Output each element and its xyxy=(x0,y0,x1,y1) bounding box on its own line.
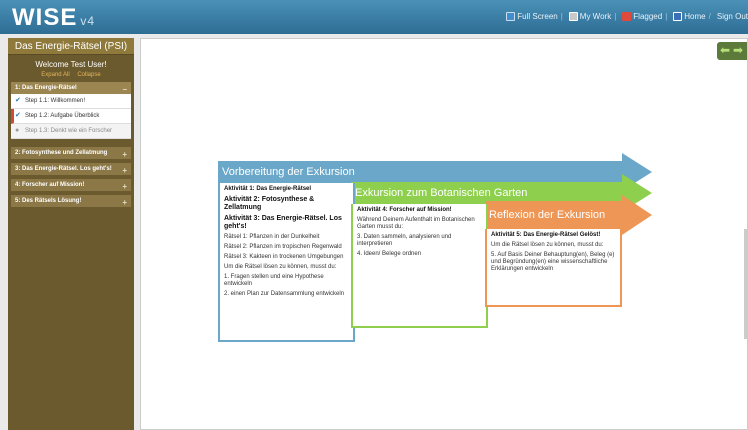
activity-label: 3: Das Energie-Rätsel. Los geht's! xyxy=(15,166,112,172)
flag-icon xyxy=(622,12,632,22)
step-1-1[interactable]: ✔ Step 1.1: Willkommen! xyxy=(11,94,131,109)
banner-preparation: Vorbereitung der Exkursion xyxy=(218,153,652,191)
fullscreen-label: Full Screen xyxy=(517,12,558,21)
collapse-toggle-icon[interactable]: − xyxy=(122,85,127,94)
separator: | xyxy=(665,12,668,21)
home-link[interactable]: Home xyxy=(673,12,706,22)
mywork-label: My Work xyxy=(579,12,612,21)
collapse-link[interactable]: Collapse xyxy=(77,72,100,78)
flagged-label: Flagged xyxy=(633,12,663,21)
box-line: Um die Rätsel lösen zu können, musst du: xyxy=(224,264,337,270)
separator: / xyxy=(708,12,711,21)
top-links: Full Screen | My Work | Flagged | Home / Sign Ou… xyxy=(503,12,748,22)
box-line: 3. Daten sammeln, analysieren und interp… xyxy=(357,234,452,247)
expand-toggle-icon[interactable]: + xyxy=(122,182,127,191)
step-1-3[interactable]: ● Step 1.3: Denkt wie ein Forscher xyxy=(11,124,131,139)
logo-text: WISE xyxy=(12,4,78,31)
activities-box-preparation: Aktivität 1: Das Energie-Rätsel Aktivitä… xyxy=(218,183,355,342)
separator: | xyxy=(560,12,563,21)
navigation-sidebar: Das Energie-Rätsel (PSI) Welcome Test Us… xyxy=(8,38,134,430)
mywork-icon xyxy=(568,12,578,22)
fullscreen-link[interactable]: Full Screen xyxy=(506,12,558,22)
home-icon xyxy=(673,12,683,22)
welcome-message: Welcome Test User! xyxy=(35,60,107,69)
box-line: 4. Ideen/ Belege ordnen xyxy=(357,251,422,257)
box-line: 5. Auf Basis Deiner Behauptung(en), Bele… xyxy=(491,252,615,272)
signout-link[interactable]: Sign Out xyxy=(717,12,748,21)
box-line: Während Deinem Aufenthalt im Botanischen… xyxy=(357,217,475,230)
activities-box-excursion: Aktivität 4: Forscher auf Mission! Währe… xyxy=(351,204,488,328)
step-label: Step 1.1: Willkommen! xyxy=(25,98,86,104)
separator: | xyxy=(614,12,617,21)
step-label: Step 1.3: Denkt wie ein Forscher xyxy=(25,128,113,134)
expand-toggle-icon[interactable]: + xyxy=(122,150,127,159)
step-1-2[interactable]: ✔ Step 1.2: Aufgabe Überblick xyxy=(11,109,131,124)
home-label: Home xyxy=(684,12,706,21)
banner-title: Exkursion zum Botanischen Garten xyxy=(355,187,528,199)
mywork-link[interactable]: My Work xyxy=(568,12,612,22)
activity-label: 2: Fotosynthese und Zellatmung xyxy=(15,150,108,156)
fullscreen-icon xyxy=(506,12,516,22)
wise-logo: WISE v4 xyxy=(12,4,95,32)
box-line: Rätsel 2: Pflanzen im tropischen Regenwa… xyxy=(224,244,342,250)
banner-title: Reflexion der Exkursion xyxy=(489,209,606,221)
arrow-tip xyxy=(622,195,652,235)
activity-1[interactable]: 1: Das Energie-Rätsel − xyxy=(11,82,131,94)
box-line: Aktivität 4: Forscher auf Mission! xyxy=(357,207,452,213)
top-bar: WISE v4 Full Screen | My Work | Flagged | Home /… xyxy=(0,0,748,34)
check-icon: ✔ xyxy=(15,112,21,119)
check-icon: ✔ xyxy=(15,97,21,104)
box-line: Rätsel 1: Pflanzen in der Dunkelheit xyxy=(224,234,320,240)
activity-2[interactable]: 2: Fotosynthese und Zellatmung + xyxy=(11,147,131,159)
banner-title: Vorbereitung der Exkursion xyxy=(222,166,355,178)
box-line: Aktivität 3: Das Energie-Rätsel. Los geh… xyxy=(224,215,342,230)
box-line: Aktivität 5: Das Energie-Rätsel Gelöst! xyxy=(491,232,601,238)
next-step-arrow-icon[interactable]: ➡ xyxy=(733,43,743,57)
expand-toggle-icon[interactable]: + xyxy=(122,166,127,175)
expand-all-link[interactable]: Expand All xyxy=(41,72,69,78)
step-label: Step 1.2: Aufgabe Überblick xyxy=(25,113,100,119)
box-line: 2. einen Plan zur Datensammlung entwicke… xyxy=(224,291,345,297)
content-frame: ⬅ ➡ Vorbereitung der Exkursion Exkursion… xyxy=(140,38,748,430)
activity-4[interactable]: 4: Forscher auf Mission! + xyxy=(11,179,131,191)
expand-collapse-controls: Expand All Collapse xyxy=(8,72,134,78)
box-line: Aktivität 1: Das Energie-Rätsel xyxy=(224,186,312,192)
box-line: Um die Rätsel lösen zu können, musst du: xyxy=(491,242,604,248)
previous-step-arrow-icon[interactable]: ⬅ xyxy=(720,43,730,57)
activities-box-reflection: Aktivität 5: Das Energie-Rätsel Gelöst! … xyxy=(485,229,622,307)
activity-3[interactable]: 3: Das Energie-Rätsel. Los geht's! + xyxy=(11,163,131,175)
box-line: 1. Fragen stellen und eine Hypothese ent… xyxy=(224,274,324,287)
step-navigation: ⬅ ➡ xyxy=(717,42,747,60)
banner-reflection: Reflexion der Exkursion xyxy=(485,195,652,235)
activity-1-steps: ✔ Step 1.1: Willkommen! ✔ Step 1.2: Aufg… xyxy=(11,94,131,139)
activity-label: 1: Das Energie-Rätsel xyxy=(15,85,77,91)
activity-label: 4: Forscher auf Mission! xyxy=(15,182,85,188)
expand-toggle-icon[interactable]: + xyxy=(122,198,127,207)
flagged-link[interactable]: Flagged xyxy=(622,12,663,22)
box-line: Rätsel 3: Kakteen in trockenen Umgebunge… xyxy=(224,254,344,260)
activity-label: 5: Des Rätsels Lösung! xyxy=(15,198,82,204)
project-title: Das Energie-Rätsel (PSI) xyxy=(8,38,134,55)
scrollbar[interactable] xyxy=(744,229,747,339)
step-status-icon: ● xyxy=(15,127,20,134)
activity-5[interactable]: 5: Des Rätsels Lösung! + xyxy=(11,195,131,207)
version-label: v4 xyxy=(80,14,96,28)
box-line: Aktivität 2: Fotosynthese & Zellatmung xyxy=(224,196,315,211)
